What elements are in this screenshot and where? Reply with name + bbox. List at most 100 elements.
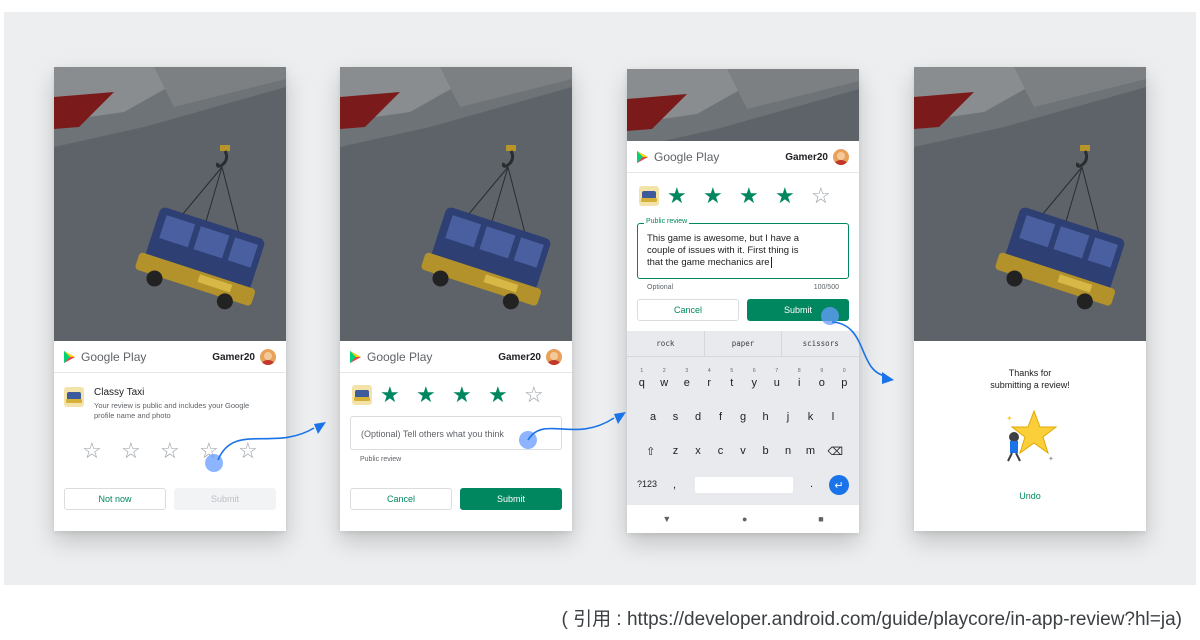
- text-cursor: [770, 257, 772, 268]
- submit-button[interactable]: Submit: [460, 488, 562, 510]
- shift-key-icon[interactable]: ⇧: [637, 445, 664, 458]
- home-nav-icon[interactable]: ●: [742, 514, 747, 524]
- key-y[interactable]: 6y: [743, 368, 766, 389]
- key-q[interactable]: 1q: [631, 368, 654, 389]
- key-row-1: 1q 2w 3e 4r 5t 6y 7u 8i 9o 0p: [627, 368, 859, 389]
- google-play-logo: Google Play: [64, 350, 146, 364]
- app-icon: [639, 186, 659, 206]
- key-n[interactable]: n: [777, 445, 800, 458]
- flow-arrow-1: [217, 422, 326, 461]
- key-z[interactable]: z: [664, 445, 687, 458]
- review-line: that the game mechanics are: [647, 257, 770, 269]
- key-v[interactable]: v: [732, 445, 755, 458]
- key-b[interactable]: b: [754, 445, 777, 458]
- flow-arrow-3: [831, 321, 894, 384]
- key-row-3: ⇧ z x c v b n m ⌫: [627, 445, 859, 458]
- key-h[interactable]: h: [754, 411, 777, 423]
- star-2[interactable]: ★: [416, 384, 452, 406]
- star-4[interactable]: ★: [488, 384, 524, 406]
- brand-name: Google Play: [654, 150, 720, 164]
- confirmation-sheet: Thanks for submitting a review! ✦ ✦ Undo: [914, 341, 1146, 531]
- flow-arrow-2: [527, 412, 626, 441]
- recents-nav-icon[interactable]: ■: [818, 514, 823, 524]
- game-scene: [54, 67, 286, 341]
- star-3[interactable]: ★: [452, 384, 488, 406]
- symbols-key[interactable]: ?123: [637, 479, 657, 489]
- phone-screen-thanks: Thanks for submitting a review! ✦ ✦ Undo: [914, 67, 1146, 531]
- optional-label: Optional: [647, 284, 674, 291]
- app-name: Classy Taxi: [94, 387, 145, 398]
- thanks-message: Thanks for submitting a review!: [914, 367, 1146, 391]
- play-header: Google Play Gamer20: [54, 341, 286, 373]
- key-w[interactable]: 2w: [653, 368, 676, 389]
- key-row-2: a s d f g h j k l: [627, 411, 859, 423]
- phone-screen-writing-review: Google Play Gamer20 ★ ★ ★ ★ ☆ Public rev…: [627, 69, 859, 533]
- not-now-button[interactable]: Not now: [64, 488, 166, 510]
- brand-name: Google Play: [81, 350, 147, 364]
- suggestion-strip: rock paper scissors: [627, 331, 859, 357]
- source-caption: ( 引用 : https://developer.android.com/gui…: [561, 609, 1182, 630]
- svg-text:✦: ✦: [1006, 414, 1013, 423]
- submit-button-disabled[interactable]: Submit: [174, 488, 276, 510]
- game-scene: [627, 69, 859, 141]
- undo-button[interactable]: Undo: [914, 491, 1146, 501]
- back-nav-icon[interactable]: ▼: [662, 514, 671, 524]
- star-2[interactable]: ☆: [121, 440, 160, 462]
- review-sheet: Google Play Gamer20 ★ ★ ★ ★ ☆ Public rev…: [627, 141, 859, 533]
- key-f[interactable]: f: [709, 411, 732, 423]
- cancel-button[interactable]: Cancel: [637, 299, 739, 321]
- phone-screen-rating-selected: Google Play Gamer20 ★ ★ ★ ★ ☆ (Optional)…: [340, 67, 572, 531]
- user-name: Gamer20: [498, 351, 541, 363]
- period-key[interactable]: .: [810, 478, 813, 490]
- star-4[interactable]: ★: [775, 185, 811, 207]
- key-g[interactable]: g: [732, 411, 755, 423]
- key-i[interactable]: 8i: [788, 368, 811, 389]
- play-header: Google Play Gamer20: [627, 141, 859, 173]
- review-text[interactable]: This game is awesome, but I have a coupl…: [647, 233, 799, 269]
- key-x[interactable]: x: [687, 445, 710, 458]
- key-d[interactable]: d: [687, 411, 710, 423]
- space-bar[interactable]: [695, 477, 793, 493]
- description-line: Your review is public and includes your …: [94, 401, 250, 410]
- enter-key-icon[interactable]: ↵: [829, 475, 849, 495]
- cancel-button[interactable]: Cancel: [350, 488, 452, 510]
- user-chip: Gamer20: [785, 149, 849, 165]
- key-k[interactable]: k: [799, 411, 822, 423]
- star-5[interactable]: ☆: [524, 384, 560, 406]
- star-3[interactable]: ☆: [160, 440, 199, 462]
- key-m[interactable]: m: [799, 445, 822, 458]
- thanks-line: Thanks for: [1008, 368, 1052, 378]
- star-celebration-icon: ✦ ✦: [1006, 409, 1058, 463]
- character-counter: 100/500: [813, 284, 839, 291]
- key-u[interactable]: 7u: [766, 368, 789, 389]
- on-screen-keyboard: rock paper scissors 1q 2w 3e 4r 5t 6y 7u…: [627, 331, 859, 533]
- backspace-key-icon[interactable]: ⌫: [822, 445, 849, 458]
- star-5[interactable]: ☆: [811, 185, 847, 207]
- google-play-icon: [637, 151, 648, 163]
- review-line: This game is awesome, but I have a: [647, 233, 800, 244]
- key-s[interactable]: s: [664, 411, 687, 423]
- comma-key[interactable]: ,: [673, 479, 676, 491]
- google-play-icon: [64, 351, 75, 363]
- brand-name: Google Play: [367, 350, 433, 364]
- key-r[interactable]: 4r: [698, 368, 721, 389]
- avatar: [833, 149, 849, 165]
- star-1[interactable]: ☆: [82, 440, 121, 462]
- key-l[interactable]: l: [822, 411, 845, 423]
- key-c[interactable]: c: [709, 445, 732, 458]
- svg-text:✦: ✦: [1048, 455, 1054, 463]
- key-e[interactable]: 3e: [676, 368, 699, 389]
- user-chip: Gamer20: [212, 349, 276, 365]
- user-name: Gamer20: [212, 351, 255, 363]
- game-scene: [340, 67, 572, 341]
- suggestion-rock[interactable]: rock: [627, 331, 704, 356]
- user-chip: Gamer20: [498, 349, 562, 365]
- star-3[interactable]: ★: [739, 185, 775, 207]
- star-2[interactable]: ★: [703, 185, 739, 207]
- suggestion-paper[interactable]: paper: [703, 331, 782, 356]
- key-t[interactable]: 5t: [721, 368, 744, 389]
- star-1[interactable]: ★: [667, 185, 703, 207]
- star-1[interactable]: ★: [380, 384, 416, 406]
- key-j[interactable]: j: [777, 411, 800, 423]
- key-a[interactable]: a: [642, 411, 665, 423]
